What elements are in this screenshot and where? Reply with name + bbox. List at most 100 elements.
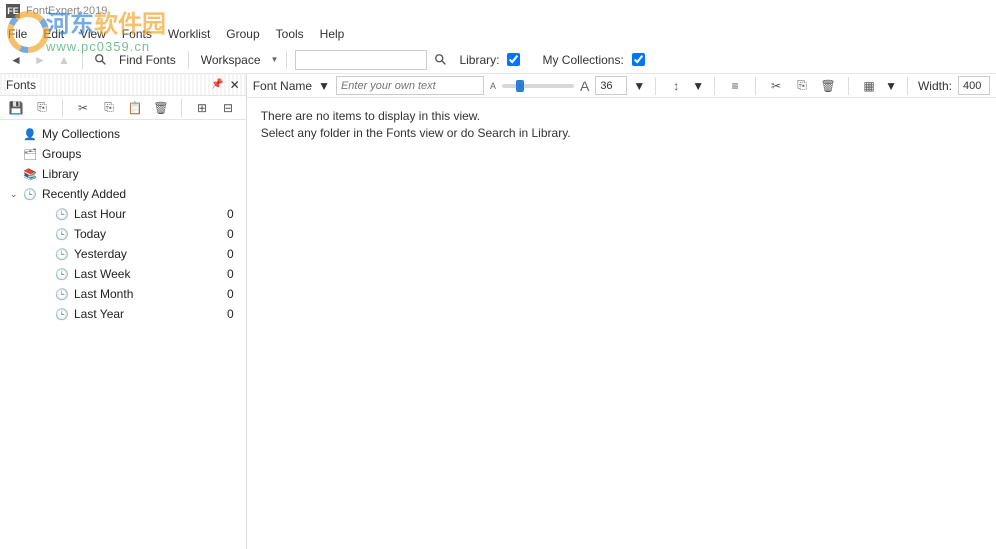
fonts-panel: Fonts 📌 ✕ 💾 ⎘ ✂ ⎘ 📋 🗑 ⊞ ⊟ 👤My Collection… (0, 74, 247, 549)
titlebar: FE FontExpert 2019 (0, 0, 996, 22)
separator (286, 51, 287, 69)
separator (188, 51, 189, 69)
expand-icon[interactable]: ⌄ (10, 189, 22, 200)
size-small-label: A (490, 81, 496, 91)
search-input[interactable] (295, 50, 427, 70)
panel-toolbar: 💾 ⎘ ✂ ⎘ 📋 🗑 ⊞ ⊟ (0, 96, 246, 120)
tree-item-label: Library (42, 167, 234, 181)
empty-message-2: Select any folder in the Fonts view or d… (261, 125, 982, 142)
tree-item[interactable]: 🕒Last Year0 (0, 304, 246, 324)
chevron-down-icon[interactable]: ▼ (633, 79, 645, 93)
group-icon[interactable]: ⊞ (192, 98, 212, 118)
chevron-down-icon[interactable]: ▼ (692, 79, 704, 93)
tree-item-count: 0 (227, 207, 234, 221)
tree-item[interactable]: 🕒 Last Month0 (0, 284, 246, 304)
delete-icon[interactable]: 🗑 (151, 98, 171, 118)
nav-up-button[interactable]: ▲ (54, 50, 74, 70)
clock-icon: 🕒 (54, 308, 70, 321)
size-large-label: A (580, 78, 589, 94)
window-title: FontExpert 2019 (26, 5, 107, 17)
cards-icon: 🗂 (22, 148, 38, 161)
tree-item-label: Today (74, 227, 227, 241)
tree-item-label: Recently Added (42, 187, 234, 201)
tree-item-count: 0 (227, 287, 234, 301)
tree-item-label: Last Year (74, 307, 227, 321)
more-icon[interactable]: ⊟ (218, 98, 238, 118)
save-icon[interactable]: 💾 (6, 98, 26, 118)
clock-icon: 🕒 (22, 188, 38, 201)
paste-icon[interactable]: 📋 (125, 98, 145, 118)
tree-item-label: Last Hour (74, 207, 227, 221)
close-icon[interactable]: ✕ (230, 78, 240, 92)
chevron-down-icon[interactable]: ▼ (318, 79, 330, 93)
tree-item[interactable]: 🕒Last Hour0 (0, 204, 246, 224)
empty-message-1: There are no items to display in this vi… (261, 108, 982, 125)
nav-forward-button[interactable]: ► (30, 50, 50, 70)
slider-thumb[interactable] (516, 80, 524, 92)
tree-item[interactable]: 🗂Groups (0, 144, 246, 164)
tree-item-label: My Collections (42, 127, 234, 141)
tree-item[interactable]: 🕒 Yesterday0 (0, 244, 246, 264)
clock-icon: 🕒 (54, 228, 70, 241)
line-spacing-icon[interactable]: ↕ (666, 76, 686, 96)
preview-panel: Font Name ▼ A A ▼ ↕ ▼ ≡ ✂ ⎘ 🗑 ▦ ▼ Width: Th… (247, 74, 996, 549)
menu-fonts[interactable]: Fonts (122, 27, 152, 41)
copy-icon[interactable]: ⎘ (99, 98, 119, 118)
main-area: Fonts 📌 ✕ 💾 ⎘ ✂ ⎘ 📋 🗑 ⊞ ⊟ 👤My Collection… (0, 74, 996, 549)
tree-item-label: Last Month (74, 287, 227, 301)
menu-group[interactable]: Group (226, 27, 259, 41)
app-icon: FE (6, 4, 20, 18)
library-label: Library: (459, 53, 499, 67)
folder-tree: 👤My Collections🗂Groups📚Library⌄🕒Recently… (0, 120, 246, 549)
search-icon[interactable] (431, 50, 451, 70)
workspace-button[interactable]: Workspace (201, 53, 261, 67)
tree-item-count: 0 (227, 247, 234, 261)
menu-help[interactable]: Help (320, 27, 345, 41)
width-input[interactable] (958, 76, 990, 95)
menu-tools[interactable]: Tools (276, 27, 304, 41)
pin-icon[interactable]: 📌 (211, 79, 223, 90)
tree-item[interactable]: 👤 My Collections (0, 124, 246, 144)
separator (714, 77, 715, 95)
menu-edit[interactable]: Edit (43, 27, 64, 41)
tree-item-count: 0 (227, 227, 234, 241)
separator (82, 51, 83, 69)
property-dropdown[interactable]: Font Name (253, 79, 312, 93)
menu-view[interactable]: View (80, 27, 106, 41)
tree-item[interactable]: 🕒Last Week0 (0, 264, 246, 284)
clock-icon: 🕒 (54, 248, 70, 261)
chevron-down-icon[interactable]: ▼ (885, 79, 897, 93)
tree-item[interactable]: ⌄🕒 Recently Added (0, 184, 246, 204)
tree-item-count: 0 (227, 267, 234, 281)
my-collections-checkbox[interactable] (632, 53, 645, 66)
menubar: File Edit View Fonts Worklist Group Tool… (0, 22, 996, 46)
clock-icon: 🕒 (54, 288, 70, 301)
align-icon[interactable]: ≡ (725, 76, 745, 96)
size-slider[interactable] (502, 84, 574, 88)
tree-item[interactable]: 📚 Library (0, 164, 246, 184)
menu-worklist[interactable]: Worklist (168, 27, 210, 41)
books-icon: 📚 (22, 168, 38, 181)
delete-icon[interactable]: 🗑 (818, 76, 838, 96)
nav-back-button[interactable]: ◄ (6, 50, 26, 70)
preview-toolbar: Font Name ▼ A A ▼ ↕ ▼ ≡ ✂ ⎘ 🗑 ▦ ▼ Width: (247, 74, 996, 98)
separator (907, 77, 908, 95)
menu-file[interactable]: File (8, 27, 27, 41)
cut-icon[interactable]: ✂ (73, 98, 93, 118)
chevron-down-icon[interactable]: ▼ (271, 55, 279, 64)
size-input[interactable] (595, 76, 627, 95)
cut-icon[interactable]: ✂ (766, 76, 786, 96)
tree-item-label: Yesterday (74, 247, 227, 261)
tree-item[interactable]: 🕒 Today0 (0, 224, 246, 244)
library-checkbox[interactable] (507, 53, 520, 66)
view-icon[interactable]: ▦ (859, 76, 879, 96)
separator (655, 77, 656, 95)
copy-icon[interactable]: ⎘ (792, 76, 812, 96)
find-fonts-icon (91, 50, 111, 70)
explore-icon[interactable]: ⎘ (32, 98, 52, 118)
find-fonts-button[interactable]: Find Fonts (119, 53, 176, 67)
person-icon: 👤 (22, 128, 38, 141)
sample-text-input[interactable] (336, 76, 484, 95)
preview-content: There are no items to display in this vi… (247, 98, 996, 549)
width-label: Width: (918, 79, 952, 93)
